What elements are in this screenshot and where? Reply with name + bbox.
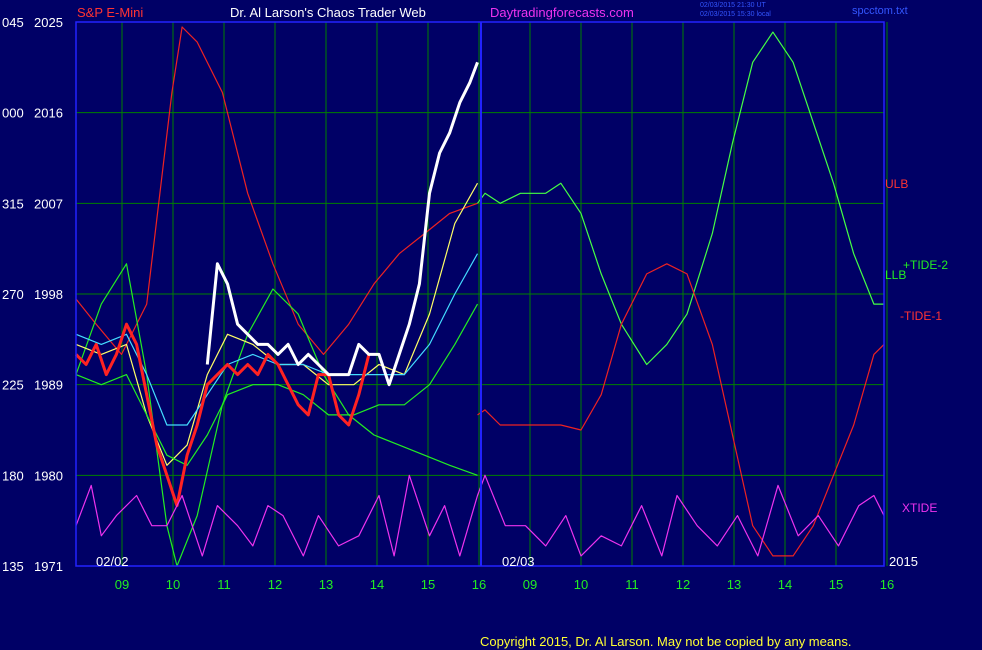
x-tick-label: 11 [625, 577, 639, 592]
x-tick-label: 16 [472, 577, 486, 592]
y-price-tick-label: 1989 [34, 378, 63, 393]
llb-label: LLB [885, 268, 906, 282]
ulb-label: ULB [885, 177, 908, 191]
y-left-tick-label: 135 [2, 559, 24, 574]
tide2-label: +TIDE-2 [903, 258, 948, 272]
y-price-tick-label: 2016 [34, 106, 63, 121]
timestamp-local: 02/03/2015 15:30 local [700, 11, 771, 18]
y-left-tick-label: 000 [2, 106, 24, 121]
x-tick-label: 11 [217, 577, 231, 592]
year-label: 2015 [889, 554, 918, 569]
x-tick-label: 14 [370, 577, 384, 592]
x-tick-label: 15 [829, 577, 843, 592]
tide1-label: -TIDE-1 [900, 309, 942, 323]
y-price-tick-label: 2025 [34, 15, 63, 30]
y-left-tick-label: 180 [2, 468, 24, 483]
x-tick-label: 14 [778, 577, 792, 592]
chart-title: Dr. Al Larson's Chaos Trader Web [230, 5, 426, 20]
y-left-tick-label: 270 [2, 287, 24, 302]
filename-label: spcctom.txt [852, 5, 908, 17]
y-left-tick-label: 315 [2, 196, 24, 211]
xtide-label: XTIDE [902, 501, 937, 515]
x-tick-label: 10 [166, 577, 180, 592]
chaos-trader-chart: 045 2025 000 2016 315 2007 270 1998 225 1989 180 19… [0, 0, 982, 650]
timestamp-utc: 02/03/2015 21:30 UT [700, 2, 766, 9]
x-tick-label: 16 [880, 577, 894, 592]
date-label-1: 02/03 [502, 554, 535, 569]
site-link[interactable]: Daytradingforecasts.com [490, 5, 634, 20]
y-price-tick-label: 2007 [34, 196, 63, 211]
copyright-footer: Copyright 2015, Dr. Al Larson. May not b… [480, 634, 851, 649]
x-tick-label: 09 [115, 577, 129, 592]
x-tick-label: 10 [574, 577, 588, 592]
x-tick-label: 15 [421, 577, 435, 592]
y-price-tick-label: 1980 [34, 468, 63, 483]
y-left-tick-label: 045 [2, 15, 24, 30]
x-tick-label: 09 [523, 577, 537, 592]
x-tick-label: 13 [727, 577, 741, 592]
x-tick-label: 12 [268, 577, 282, 592]
x-tick-label: 12 [676, 577, 690, 592]
y-price-tick-label: 1971 [34, 559, 63, 574]
y-left-tick-label: 225 [2, 378, 24, 393]
symbol-label: S&P E-Mini [77, 5, 143, 20]
y-price-tick-label: 1998 [34, 287, 63, 302]
chart-background [0, 0, 982, 650]
date-label-0: 02/02 [96, 554, 129, 569]
x-tick-label: 13 [319, 577, 333, 592]
